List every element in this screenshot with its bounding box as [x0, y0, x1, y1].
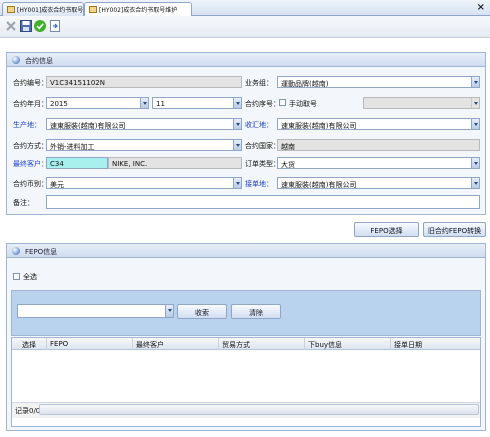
contract-panel-header: 合约信息 — [7, 53, 485, 67]
tab-bar: [HY001]成衣合约书取号 [HY002]成衣合约书取号维护 × — [0, 0, 490, 17]
col-order-date[interactable]: 接单日期 — [394, 340, 422, 350]
col-fepo[interactable]: FEPO — [50, 340, 68, 348]
mode-select[interactable]: 外销-进料加工 — [46, 139, 242, 151]
chevron-down-icon[interactable] — [233, 178, 241, 188]
tab-hy002[interactable]: [HY002]成衣合约书取号维护 — [84, 2, 192, 17]
chevron-down-icon[interactable] — [471, 178, 479, 188]
panel-title: FEPO信息 — [25, 248, 58, 256]
tab-label: [HY002]成衣合约书取号维护 — [99, 7, 178, 14]
col-select[interactable]: 选择 — [22, 340, 36, 350]
order-place-label: 接单地： — [245, 180, 273, 188]
chevron-down-icon[interactable] — [233, 119, 241, 129]
receiver-value: 速東服裝(越南)有限公司 — [281, 122, 357, 130]
contract-panel: 合约信息 合约编号： V1C34151102N 业务组： 運動品牌(越南) 合约… — [6, 52, 486, 215]
cancel-icon[interactable] — [4, 19, 18, 33]
panel-icon — [12, 247, 20, 255]
customer-label: 最终客户： — [13, 160, 48, 168]
mode-value: 外销-进料加工 — [50, 143, 95, 151]
horizontal-scrollbar[interactable] — [39, 404, 479, 415]
order-type-select[interactable]: 大货 — [277, 157, 480, 169]
col-buy[interactable]: 下buy信息 — [308, 340, 342, 350]
panel-icon — [12, 56, 20, 64]
producer-label: 生产地： — [13, 121, 41, 129]
order-type-value: 大货 — [281, 161, 295, 169]
chevron-down-icon[interactable] — [233, 140, 241, 150]
remark-label: 备注： — [13, 199, 34, 207]
col-divider — [218, 338, 219, 350]
chevron-down-icon[interactable] — [165, 305, 173, 317]
col-divider — [132, 338, 133, 350]
customer-code-field[interactable]: C34 — [46, 157, 108, 169]
contract-no-field: V1C34151102N — [46, 76, 242, 88]
fepo-panel-header: FEPO信息 — [7, 244, 485, 258]
producer-value: 速東服裝(越南)有限公司 — [50, 122, 126, 130]
chevron-down-icon[interactable] — [471, 158, 479, 168]
query-button[interactable]: 收索 — [177, 304, 227, 319]
remark-input[interactable] — [46, 195, 480, 209]
chevron-down-icon — [471, 98, 479, 108]
country-label: 合约国家： — [245, 142, 280, 150]
old-fepo-convert-button[interactable]: 旧合约FEPO转换 — [423, 222, 486, 237]
contract-ym-label: 合约年月： — [13, 100, 48, 108]
close-icon[interactable]: × — [477, 2, 485, 13]
order-place-value: 速東服裝(越南)有限公司 — [281, 181, 357, 189]
clear-button[interactable]: 清除 — [231, 304, 281, 319]
select-all-label: 全选 — [23, 273, 37, 281]
chevron-down-icon[interactable] — [471, 77, 479, 87]
seq-label: 合约序号： — [245, 100, 280, 108]
contract-no-label: 合约编号： — [13, 79, 48, 87]
confirm-icon[interactable] — [33, 19, 47, 33]
customer-name-field: NIKE, INC. — [108, 157, 242, 169]
tab-hy001[interactable]: [HY001]成衣合约书取号 — [2, 2, 84, 16]
receiver-select[interactable]: 速東服裝(越南)有限公司 — [277, 118, 480, 130]
col-divider — [390, 338, 391, 350]
col-divider — [46, 338, 47, 350]
mode-label: 合约方式： — [13, 142, 48, 150]
col-divider — [304, 338, 305, 350]
save-icon[interactable] — [19, 19, 33, 33]
currency-value: 美元 — [50, 181, 64, 189]
year-select[interactable]: 2015 — [46, 97, 149, 109]
biz-group-value: 運動品牌(越南) — [281, 80, 329, 88]
toolbar — [0, 16, 490, 38]
panel-title: 合约信息 — [25, 57, 53, 65]
document-icon — [7, 6, 15, 13]
chevron-down-icon[interactable] — [140, 98, 148, 108]
currency-label: 合约币别： — [13, 180, 48, 188]
fepo-select-button[interactable]: FEPO选择 — [354, 222, 419, 237]
document-icon — [89, 6, 97, 13]
order-place-select[interactable]: 速東服裝(越南)有限公司 — [277, 177, 480, 189]
record-count: 记录0/0 — [15, 407, 41, 415]
select-all-checkbox[interactable] — [13, 273, 20, 280]
manual-checkbox[interactable] — [279, 99, 286, 106]
col-trade[interactable]: 贸易方式 — [222, 340, 250, 350]
tab-label: [HY001]成衣合约书取号 — [17, 7, 84, 14]
month-value: 11 — [156, 100, 165, 108]
biz-group-select[interactable]: 運動品牌(越南) — [277, 76, 480, 88]
month-select[interactable]: 11 — [152, 97, 242, 109]
chevron-down-icon[interactable] — [233, 98, 241, 108]
currency-select[interactable]: 美元 — [46, 177, 242, 189]
col-customer[interactable]: 最终客户 — [136, 340, 164, 350]
receiver-label: 收汇地： — [245, 121, 273, 129]
fepo-grid-header: 选择 FEPO 最终客户 贸易方式 下buy信息 接单日期 — [12, 338, 480, 350]
seq-field — [363, 97, 480, 109]
chevron-down-icon[interactable] — [471, 119, 479, 129]
country-field: 越南 — [277, 139, 480, 151]
order-type-label: 订单类型： — [245, 160, 280, 168]
biz-group-label: 业务组： — [245, 79, 273, 87]
export-icon[interactable] — [48, 19, 62, 33]
fepo-search-select[interactable] — [17, 304, 174, 318]
year-value: 2015 — [50, 100, 68, 108]
manual-label: 手动取号 — [289, 100, 317, 108]
producer-select[interactable]: 速東服裝(越南)有限公司 — [46, 118, 242, 130]
fepo-panel: FEPO信息 全选 收索 清除 选择 FEPO 最终客户 贸易方式 下buy信息… — [6, 243, 486, 431]
